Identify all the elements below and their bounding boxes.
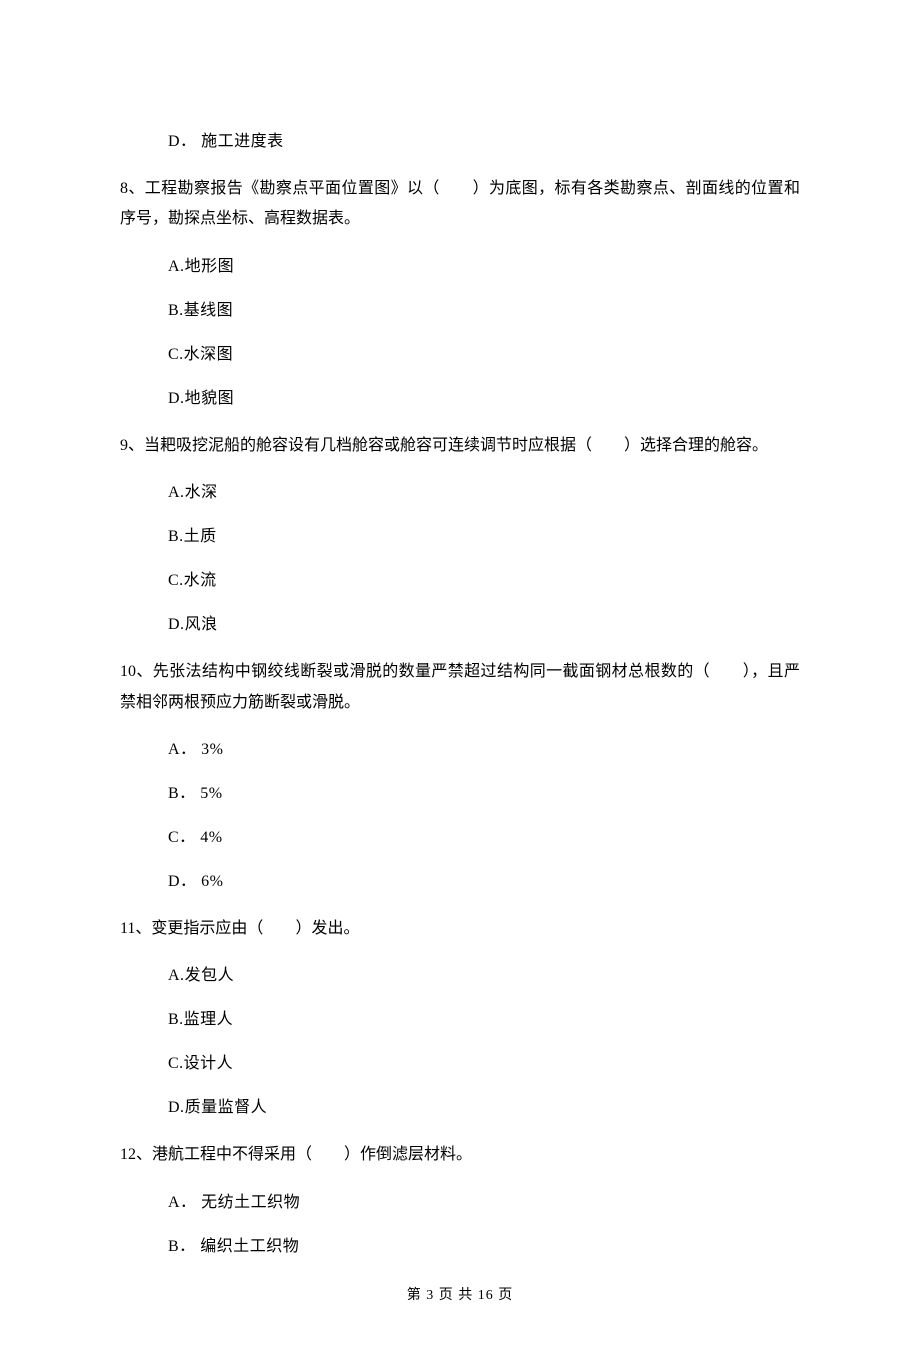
stem-before: 先张法结构中钢绞线断裂或滑脱的数量严禁超过结构同一截面钢材总根数的（ <box>153 663 710 680</box>
footer-prefix: 第 <box>407 1288 427 1303</box>
option-label: C. <box>168 1055 184 1072</box>
stem-blank <box>312 1146 344 1163</box>
option-d: D.质量监督人 <box>168 1096 800 1120</box>
question-8: 8、工程勘察报告《勘察点平面位置图》以（ ）为底图，标有各类勘察点、剖面线的位置… <box>120 174 800 411</box>
orphan-option-block: D． 施工进度表 <box>120 130 800 154</box>
option-a: A． 3% <box>168 738 800 762</box>
option-text: 风浪 <box>185 616 218 633</box>
stem-after: ）选择合理的舱容。 <box>624 437 768 454</box>
option-label: A． <box>168 1194 197 1211</box>
option-a: A.发包人 <box>168 964 800 988</box>
stem-blank <box>440 180 473 197</box>
option-d: D.风浪 <box>168 613 800 637</box>
option-text: 土质 <box>184 528 217 545</box>
option-c: C． 4% <box>168 826 800 850</box>
option-label: A． <box>168 741 197 758</box>
option-label: D. <box>168 390 185 407</box>
option-text: 基线图 <box>184 302 234 319</box>
option-text: 施工进度表 <box>201 133 284 150</box>
options-list: A.水深 B.土质 C.水流 D.风浪 <box>120 481 800 637</box>
option-label: C． <box>168 829 196 846</box>
option-label: C. <box>168 572 184 589</box>
stem-before: 港航工程中不得采用（ <box>152 1146 312 1163</box>
option-text: 编织土工织物 <box>200 1238 299 1255</box>
question-stem: 9、当耙吸挖泥船的舱容设有几档舱容或舱容可连续调节时应根据（ ）选择合理的舱容。 <box>120 431 800 461</box>
option-label: D． <box>168 133 197 150</box>
page-footer: 第 3 页 共 16 页 <box>120 1285 800 1306</box>
option-item: D． 施工进度表 <box>168 130 800 154</box>
option-label: B. <box>168 302 184 319</box>
option-label: A. <box>168 258 185 275</box>
question-number: 10、 <box>120 663 153 680</box>
option-c: C.水流 <box>168 569 800 593</box>
options-list: A． 3% B． 5% C． 4% D． 6% <box>120 738 800 894</box>
options-list: A.发包人 B.监理人 C.设计人 D.质量监督人 <box>120 964 800 1120</box>
option-label: B． <box>168 1238 196 1255</box>
option-label: A. <box>168 484 185 501</box>
question-11: 11、变更指示应由（ ）发出。 A.发包人 B.监理人 C.设计人 D.质量监督… <box>120 914 800 1120</box>
option-a: A． 无纺土工织物 <box>168 1191 800 1215</box>
question-stem: 11、变更指示应由（ ）发出。 <box>120 914 800 944</box>
question-12: 12、港航工程中不得采用（ ）作倒滤层材料。 A． 无纺土工织物 B． 编织土工… <box>120 1140 800 1258</box>
footer-suffix: 页 <box>494 1288 514 1303</box>
option-text: 3% <box>201 741 223 758</box>
stem-before: 工程勘察报告《勘察点平面位置图》以（ <box>145 180 440 197</box>
option-text: 质量监督人 <box>185 1099 268 1116</box>
option-text: 6% <box>201 873 223 890</box>
stem-after: ）发出。 <box>295 920 359 937</box>
option-b: B.监理人 <box>168 1008 800 1032</box>
option-b: B． 5% <box>168 782 800 806</box>
option-text: 发包人 <box>185 967 235 984</box>
footer-middle: 页 共 <box>434 1288 478 1303</box>
option-text: 设计人 <box>184 1055 234 1072</box>
stem-blank <box>710 663 743 680</box>
option-text: 水深图 <box>184 346 234 363</box>
question-number: 11、 <box>120 920 151 937</box>
question-number: 9、 <box>120 437 144 454</box>
option-b: B.土质 <box>168 525 800 549</box>
option-text: 地形图 <box>185 258 235 275</box>
question-number: 8、 <box>120 180 145 197</box>
option-text: 无纺土工织物 <box>201 1194 300 1211</box>
option-text: 5% <box>200 785 222 802</box>
option-d: D． 6% <box>168 870 800 894</box>
option-d: D.地貌图 <box>168 387 800 411</box>
option-label: B. <box>168 528 184 545</box>
stem-before: 变更指示应由（ <box>151 920 263 937</box>
option-text: 4% <box>200 829 222 846</box>
stem-blank <box>592 437 624 454</box>
question-number: 12、 <box>120 1146 152 1163</box>
option-label: D. <box>168 1099 185 1116</box>
question-stem: 8、工程勘察报告《勘察点平面位置图》以（ ）为底图，标有各类勘察点、剖面线的位置… <box>120 174 800 235</box>
stem-blank <box>263 920 295 937</box>
footer-total-pages: 16 <box>478 1288 494 1303</box>
option-label: A. <box>168 967 185 984</box>
option-a: A.地形图 <box>168 255 800 279</box>
option-b: B． 编织土工织物 <box>168 1235 800 1259</box>
option-text: 地貌图 <box>185 390 235 407</box>
option-b: B.基线图 <box>168 299 800 323</box>
option-c: C.设计人 <box>168 1052 800 1076</box>
option-label: B． <box>168 785 196 802</box>
option-c: C.水深图 <box>168 343 800 367</box>
option-label: D. <box>168 616 185 633</box>
question-10: 10、先张法结构中钢绞线断裂或滑脱的数量严禁超过结构同一截面钢材总根数的（ ），… <box>120 657 800 894</box>
option-text: 监理人 <box>184 1011 234 1028</box>
option-label: D． <box>168 873 197 890</box>
option-text: 水流 <box>184 572 217 589</box>
option-label: C. <box>168 346 184 363</box>
question-9: 9、当耙吸挖泥船的舱容设有几档舱容或舱容可连续调节时应根据（ ）选择合理的舱容。… <box>120 431 800 637</box>
option-a: A.水深 <box>168 481 800 505</box>
options-list: A． 无纺土工织物 B． 编织土工织物 <box>120 1191 800 1259</box>
option-text: 水深 <box>185 484 218 501</box>
stem-before: 当耙吸挖泥船的舱容设有几档舱容或舱容可连续调节时应根据（ <box>144 437 592 454</box>
question-stem: 12、港航工程中不得采用（ ）作倒滤层材料。 <box>120 1140 800 1170</box>
options-list: A.地形图 B.基线图 C.水深图 D.地貌图 <box>120 255 800 411</box>
question-stem: 10、先张法结构中钢绞线断裂或滑脱的数量严禁超过结构同一截面钢材总根数的（ ），… <box>120 657 800 718</box>
option-label: B. <box>168 1011 184 1028</box>
stem-after: ）作倒滤层材料。 <box>344 1146 472 1163</box>
